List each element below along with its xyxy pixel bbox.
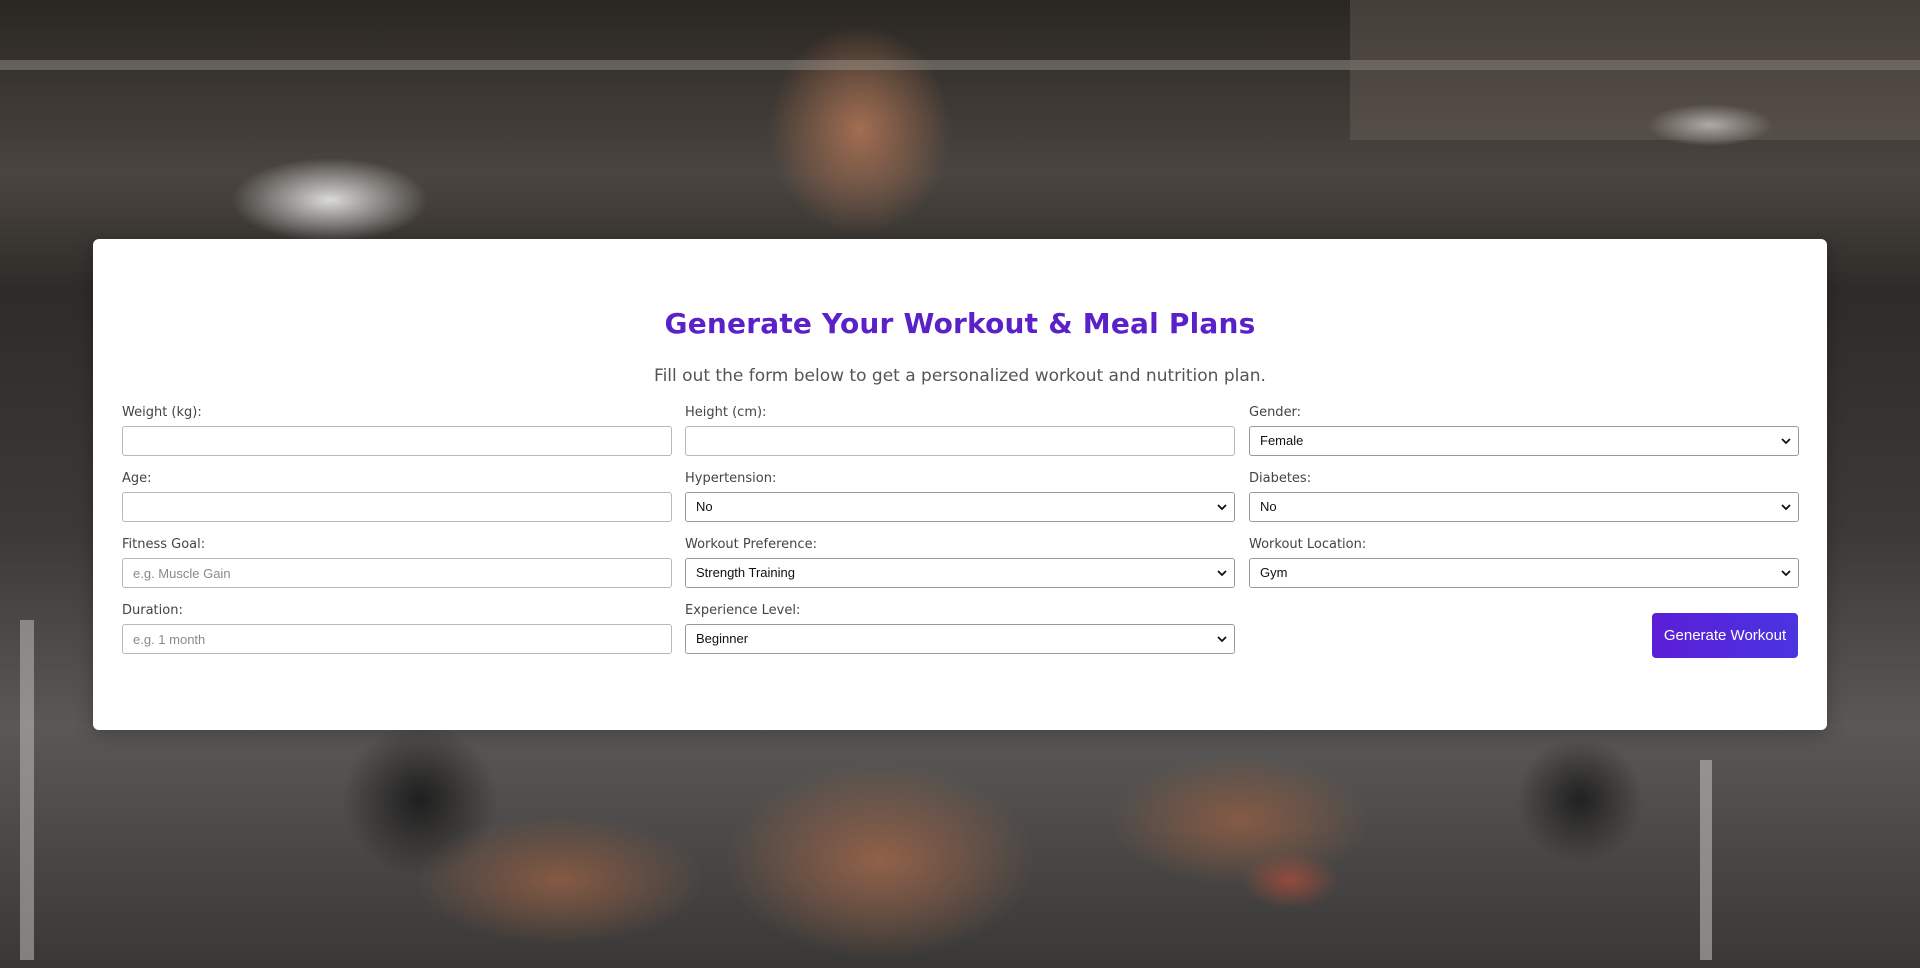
hypertension-selected-value: No <box>696 499 713 514</box>
gender-field-group: Gender: Female <box>1249 404 1799 456</box>
hypertension-field-group: Hypertension: No <box>685 470 1235 522</box>
workout-preference-field-group: Workout Preference: Strength Training <box>685 536 1235 588</box>
duration-label: Duration: <box>122 603 183 618</box>
workout-location-label: Workout Location: <box>1249 537 1367 552</box>
diabetes-select[interactable]: No <box>1249 492 1799 522</box>
height-label: Height (cm): <box>685 405 767 420</box>
workout-location-field-group: Workout Location: Gym <box>1249 536 1799 588</box>
duration-input[interactable] <box>122 624 672 654</box>
generate-workout-button[interactable]: Generate Workout <box>1652 613 1798 658</box>
ceiling-beam <box>1350 0 1920 140</box>
height-input[interactable] <box>685 426 1235 456</box>
age-label: Age: <box>122 471 152 486</box>
experience-level-field-group: Experience Level: Beginner <box>685 602 1235 654</box>
workout-preference-selected-value: Strength Training <box>696 565 796 580</box>
chevron-down-icon <box>1217 570 1227 577</box>
age-field-group: Age: <box>122 470 672 522</box>
diabetes-field-group: Diabetes: No <box>1249 470 1799 522</box>
gender-label: Gender: <box>1249 405 1302 420</box>
weight-label: Weight (kg): <box>122 405 202 420</box>
chevron-down-icon <box>1781 438 1791 445</box>
equipment-bar <box>20 620 34 960</box>
diabetes-selected-value: No <box>1260 499 1277 514</box>
workout-location-selected-value: Gym <box>1260 565 1288 580</box>
age-input[interactable] <box>122 492 672 522</box>
hypertension-label: Hypertension: <box>685 471 777 486</box>
weight-field-group: Weight (kg): <box>122 404 672 456</box>
weight-input[interactable] <box>122 426 672 456</box>
hypertension-select[interactable]: No <box>685 492 1235 522</box>
chevron-down-icon <box>1217 504 1227 511</box>
height-field-group: Height (cm): <box>685 404 1235 456</box>
fitness-goal-label: Fitness Goal: <box>122 537 206 552</box>
workout-preference-label: Workout Preference: <box>685 537 817 552</box>
equipment-bar <box>1700 760 1712 960</box>
chevron-down-icon <box>1781 570 1791 577</box>
chevron-down-icon <box>1217 636 1227 643</box>
page-subtitle: Fill out the form below to get a persona… <box>654 366 1266 386</box>
chevron-down-icon <box>1781 504 1791 511</box>
experience-level-label: Experience Level: <box>685 603 801 618</box>
workout-preference-select[interactable]: Strength Training <box>685 558 1235 588</box>
gender-select[interactable]: Female <box>1249 426 1799 456</box>
duration-field-group: Duration: <box>122 602 672 654</box>
experience-level-select[interactable]: Beginner <box>685 624 1235 654</box>
gender-selected-value: Female <box>1260 433 1304 448</box>
experience-level-selected-value: Beginner <box>696 631 749 646</box>
fitness-goal-input[interactable] <box>122 558 672 588</box>
fitness-goal-field-group: Fitness Goal: <box>122 536 672 588</box>
page-title: Generate Your Workout & Meal Plans <box>664 307 1256 340</box>
workout-location-select[interactable]: Gym <box>1249 558 1799 588</box>
diabetes-label: Diabetes: <box>1249 471 1312 486</box>
plan-form-card: Generate Your Workout & Meal Plans Fill … <box>93 239 1827 730</box>
